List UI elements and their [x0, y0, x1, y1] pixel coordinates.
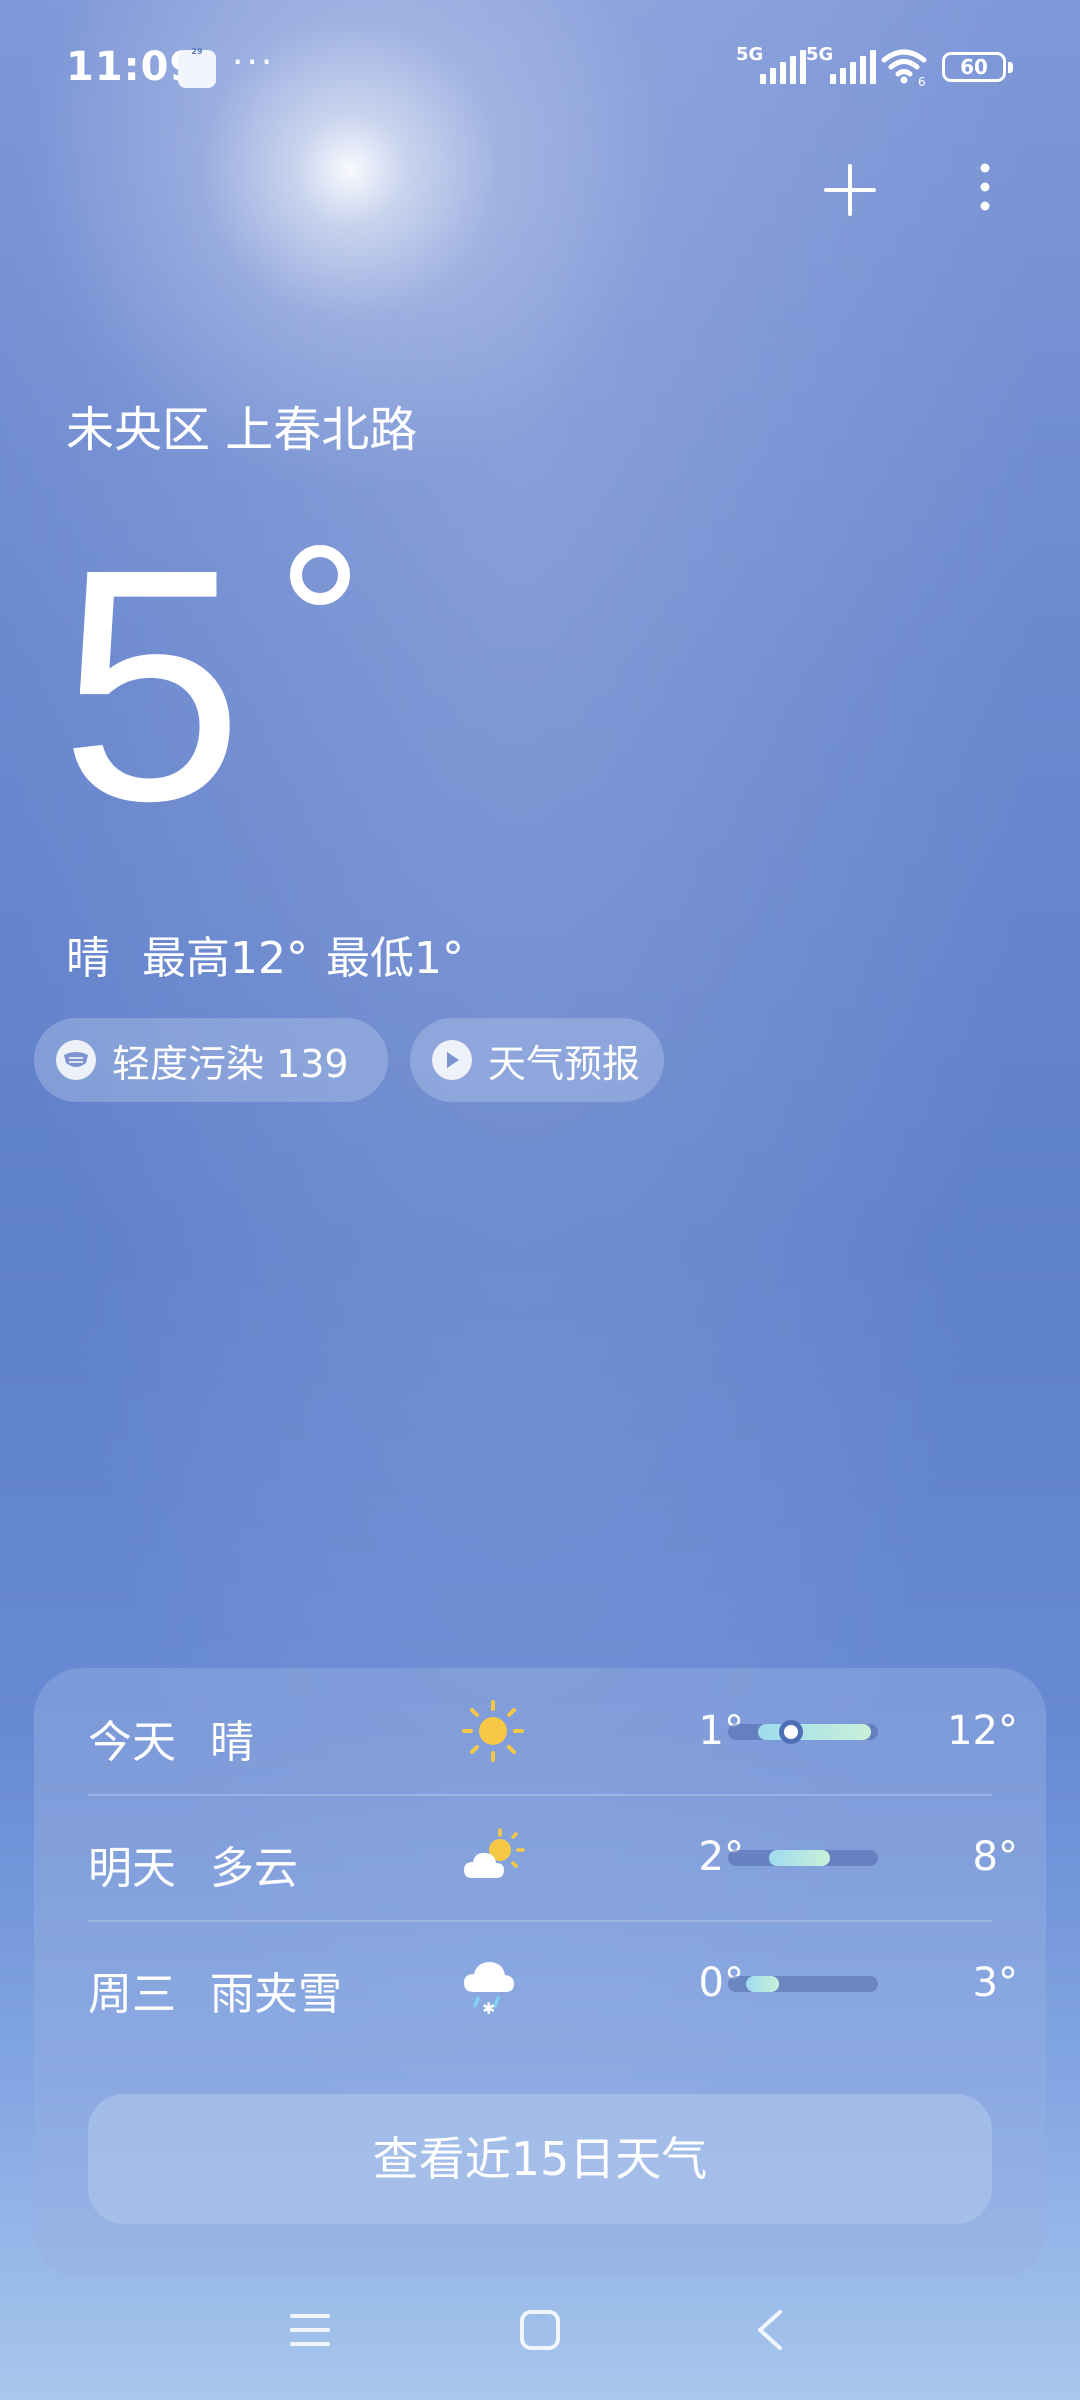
forecast-condition: 晴 — [210, 1717, 254, 1768]
forecast-day: 明天 — [88, 1843, 176, 1894]
status-bar: 11:09 29 ··· 5G 5G 6 60 — [0, 0, 1080, 140]
forecast-condition: 雨夹雪 — [210, 1969, 342, 2020]
air-quality-chip[interactable]: 轻度污染 139 — [34, 1018, 388, 1102]
temperature-range-bar — [728, 1720, 878, 1744]
weather-forecast-label: 天气预报 — [488, 1041, 641, 1086]
forecast-high: 3° — [972, 1960, 1018, 2006]
wifi-sub-label: 6 — [918, 75, 926, 86]
forecast-high: 12° — [947, 1708, 1018, 1754]
add-city-button[interactable] — [820, 160, 880, 220]
air-quality-label: 轻度污染 139 — [112, 1041, 349, 1086]
forecast-condition: 多云 — [210, 1843, 298, 1894]
weather-forecast-video-chip[interactable]: 天气预报 — [410, 1018, 664, 1102]
svg-text:✱: ✱ — [482, 1999, 495, 2018]
forecast-day: 今天 — [88, 1717, 176, 1768]
mask-icon — [56, 1040, 96, 1080]
forecast-row-wednesday[interactable]: 周三 雨夹雪 ✱ 0° 3° — [34, 1920, 1046, 2046]
calendar-badge-day: 29 — [191, 47, 203, 56]
play-icon — [432, 1040, 472, 1080]
back-nav-button[interactable] — [730, 2300, 810, 2360]
current-temp-marker — [779, 1720, 803, 1744]
temperature-range-bar — [728, 1976, 878, 1992]
forecast-day: 周三 — [88, 1969, 176, 2020]
degree-symbol — [290, 545, 350, 605]
calendar-notification-icon: 29 — [178, 47, 216, 88]
view-15-day-forecast-button[interactable]: 查看近15日天气 — [88, 2094, 992, 2224]
battery-level: 60 — [960, 55, 988, 79]
battery-icon: 60 — [942, 52, 1013, 82]
more-notifications-icon: ··· — [232, 42, 276, 83]
sun-icon — [462, 1700, 524, 1762]
sim1-signal-icon: 5G — [736, 44, 810, 84]
today-high: 最高12° — [142, 933, 308, 984]
partly-cloudy-icon — [464, 1828, 525, 1878]
forecast-high: 8° — [972, 1834, 1018, 1880]
wifi-icon: 6 — [881, 49, 927, 86]
menu-nav-button[interactable] — [270, 2300, 350, 2360]
sleet-icon: ✱ — [464, 1962, 514, 2018]
current-temperature: 5 — [60, 500, 244, 869]
sim2-signal-icon: 5G — [806, 44, 880, 84]
today-low: 最低1° — [326, 933, 464, 984]
forecast-row-tomorrow[interactable]: 明天 多云 2° 8° — [34, 1794, 1046, 1920]
weather-summary: 晴最高12° 最低1° — [66, 922, 496, 986]
home-nav-button[interactable] — [500, 2300, 580, 2360]
forecast-card: 今天 晴 1° 12° 明天 多云 2° 8° 周三 雨夹雪 ✱ 0° 3° 查… — [34, 1668, 1046, 2278]
location-title[interactable]: 未央区 上春北路 — [66, 390, 417, 460]
current-condition: 晴 — [66, 933, 110, 984]
temperature-range-bar — [728, 1850, 878, 1866]
forecast-row-today[interactable]: 今天 晴 1° 12° — [34, 1668, 1046, 1794]
more-options-button[interactable] — [970, 160, 1000, 220]
